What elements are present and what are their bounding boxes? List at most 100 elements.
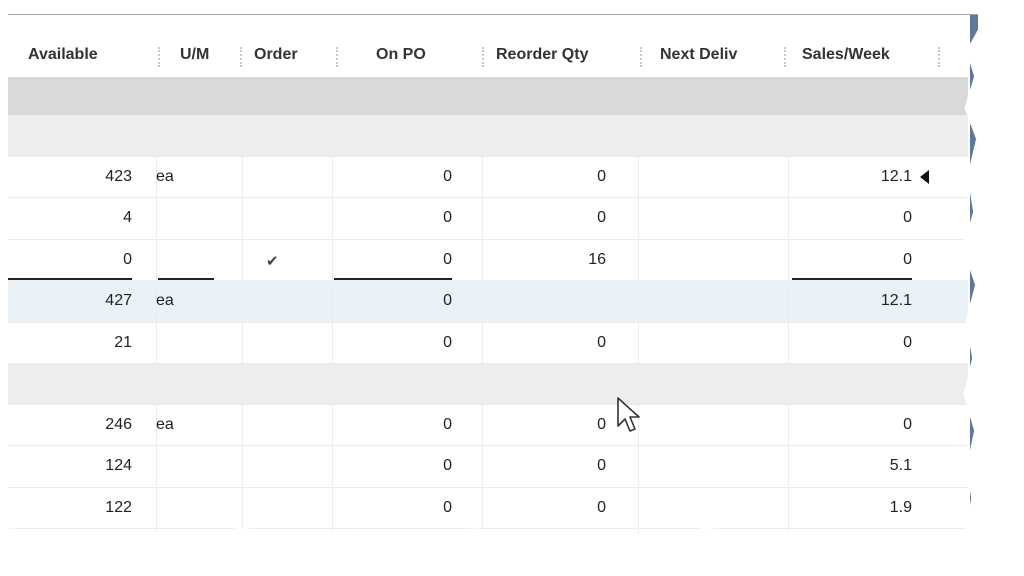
cell-divider — [156, 487, 157, 528]
table-row[interactable]: 427 ea 0 12.1 — [8, 281, 968, 323]
cell-um[interactable]: ea — [156, 281, 226, 321]
cell-divider — [638, 322, 639, 363]
cell-divider — [242, 404, 243, 445]
cell-sales-week[interactable]: 12.1 — [788, 281, 912, 321]
column-resize-handle[interactable] — [240, 47, 244, 67]
cell-available[interactable]: 246 — [18, 405, 132, 445]
column-resize-handle[interactable] — [938, 47, 942, 67]
cell-divider — [242, 157, 243, 197]
cell-um[interactable]: ea — [156, 157, 226, 197]
cell-um[interactable]: ea — [156, 405, 226, 445]
column-resize-handle[interactable] — [336, 47, 340, 67]
checkmark-icon[interactable]: ✔ — [266, 240, 279, 284]
grid-body: 423 ea 0 0 12.1 4 0 0 0 0 ✔ 0 16 0 427 ea 0 12.1 21 0 0 0 246 e… — [8, 77, 968, 535]
subtotal-underline — [158, 277, 214, 280]
cell-on-po[interactable]: 0 — [332, 323, 452, 363]
table-row[interactable]: 246 ea 0 0 0 — [8, 404, 968, 447]
group-row[interactable] — [8, 77, 968, 116]
cell-reorder-qty[interactable]: 0 — [482, 198, 606, 238]
table-row[interactable]: 4000 — [8, 198, 968, 240]
column-header-sales-week[interactable]: Sales/Week — [802, 15, 890, 77]
cell-divider — [242, 281, 243, 322]
column-resize-handle[interactable] — [482, 47, 486, 67]
subtotal-underline — [8, 277, 132, 280]
cell-sales-week[interactable]: 5.1 — [788, 446, 912, 486]
cell-divider — [638, 487, 639, 528]
cell-reorder-qty[interactable]: 0 — [482, 323, 606, 363]
cell-on-po[interactable]: 0 — [332, 281, 452, 321]
group-row[interactable] — [8, 116, 968, 157]
cell-divider — [482, 529, 483, 535]
column-header-available[interactable]: Available — [28, 15, 98, 77]
cell-divider — [638, 239, 639, 280]
cell-available[interactable]: 124 — [18, 446, 132, 486]
subtotal-underline — [334, 277, 452, 280]
cell-divider — [332, 529, 333, 535]
table-row[interactable]: 124 0 0 5.1 — [8, 446, 968, 488]
left-pointing-triangle-icon — [920, 170, 929, 184]
cell-divider — [638, 198, 639, 239]
cell-divider — [242, 487, 243, 528]
column-header-on-po[interactable]: On PO — [376, 15, 426, 77]
cell-reorder-qty[interactable]: 0 — [482, 405, 606, 445]
cell-sales-week[interactable]: 0 — [788, 240, 912, 280]
table-row[interactable]: 0 — [8, 529, 968, 535]
cell-divider — [482, 281, 483, 322]
vertical-scrollbar[interactable] — [970, 15, 978, 535]
cell-reorder-qty[interactable]: 16 — [482, 240, 606, 280]
cell-on-po[interactable]: 0 — [332, 405, 452, 445]
table-row[interactable]: 0 ✔ 0 16 0 — [8, 239, 968, 284]
column-header-um[interactable]: U/M — [180, 15, 209, 77]
cell-divider — [242, 239, 243, 280]
cell-available[interactable]: 122 — [18, 488, 132, 528]
cell-available[interactable]: 423 — [18, 157, 132, 197]
cell-on-po[interactable]: 0 — [332, 157, 452, 197]
column-header-reorder-qty[interactable]: Reorder Qty — [496, 15, 588, 77]
cell-available[interactable]: 427 — [18, 281, 132, 321]
cell-reorder-qty[interactable]: 0 — [482, 446, 606, 486]
table-row[interactable]: 122 0 0 1.9 — [8, 487, 968, 530]
column-header-next-deliv[interactable]: Next Deliv — [660, 15, 737, 77]
cell-sales-week[interactable]: 1.9 — [788, 488, 912, 528]
cell-divider — [156, 529, 157, 535]
cell-divider — [638, 281, 639, 322]
cell-divider — [788, 529, 789, 535]
cell-divider — [156, 239, 157, 280]
cell-reorder-qty[interactable]: 0 — [482, 488, 606, 528]
column-header-row: Available U/M Order On PO Reorder Qty Next De… — [8, 15, 968, 77]
cell-divider — [156, 446, 157, 487]
cell-sales-week[interactable]: 0 — [788, 198, 912, 238]
cell-available[interactable]: 0 — [18, 240, 132, 280]
cell-divider — [242, 446, 243, 487]
cell-available[interactable]: 4 — [18, 198, 132, 238]
cell-divider — [156, 322, 157, 363]
cell-on-po[interactable]: 0 — [332, 446, 452, 486]
cell-on-po[interactable]: 0 — [332, 488, 452, 528]
cell-on-po[interactable]: 0 — [332, 198, 452, 238]
mouse-pointer-icon — [617, 397, 640, 432]
cell-reorder-qty[interactable]: 0 — [482, 157, 606, 197]
table-row[interactable]: 423 ea 0 0 12.1 — [8, 157, 968, 199]
cell-sales-week[interactable]: 0 — [788, 405, 912, 445]
cell-divider — [638, 529, 639, 535]
subtotal-underline — [792, 277, 912, 280]
cell-divider — [638, 446, 639, 487]
cell-divider — [242, 529, 243, 535]
cell-sales-week[interactable]: 0 — [788, 323, 912, 363]
cell-on-po[interactable]: 0 — [332, 240, 452, 280]
inventory-grid: Available U/M Order On PO Reorder Qty Next De… — [8, 15, 968, 535]
column-resize-handle[interactable] — [640, 47, 644, 67]
cell-sales-week[interactable]: 12.1 — [788, 157, 912, 197]
cell-available[interactable]: 21 — [18, 323, 132, 363]
column-resize-handle[interactable] — [158, 47, 162, 67]
column-resize-handle[interactable] — [784, 47, 788, 67]
cell-reorder-qty[interactable]: 0 — [482, 529, 606, 535]
cell-divider — [156, 198, 157, 239]
cell-divider — [638, 157, 639, 197]
cell-divider — [242, 198, 243, 239]
cell-divider — [242, 322, 243, 363]
table-row[interactable]: 21 0 0 0 — [8, 322, 968, 364]
group-row[interactable] — [8, 363, 968, 405]
grid-window: Available U/M Order On PO Reorder Qty Next De… — [8, 14, 978, 535]
column-header-order[interactable]: Order — [254, 15, 298, 77]
